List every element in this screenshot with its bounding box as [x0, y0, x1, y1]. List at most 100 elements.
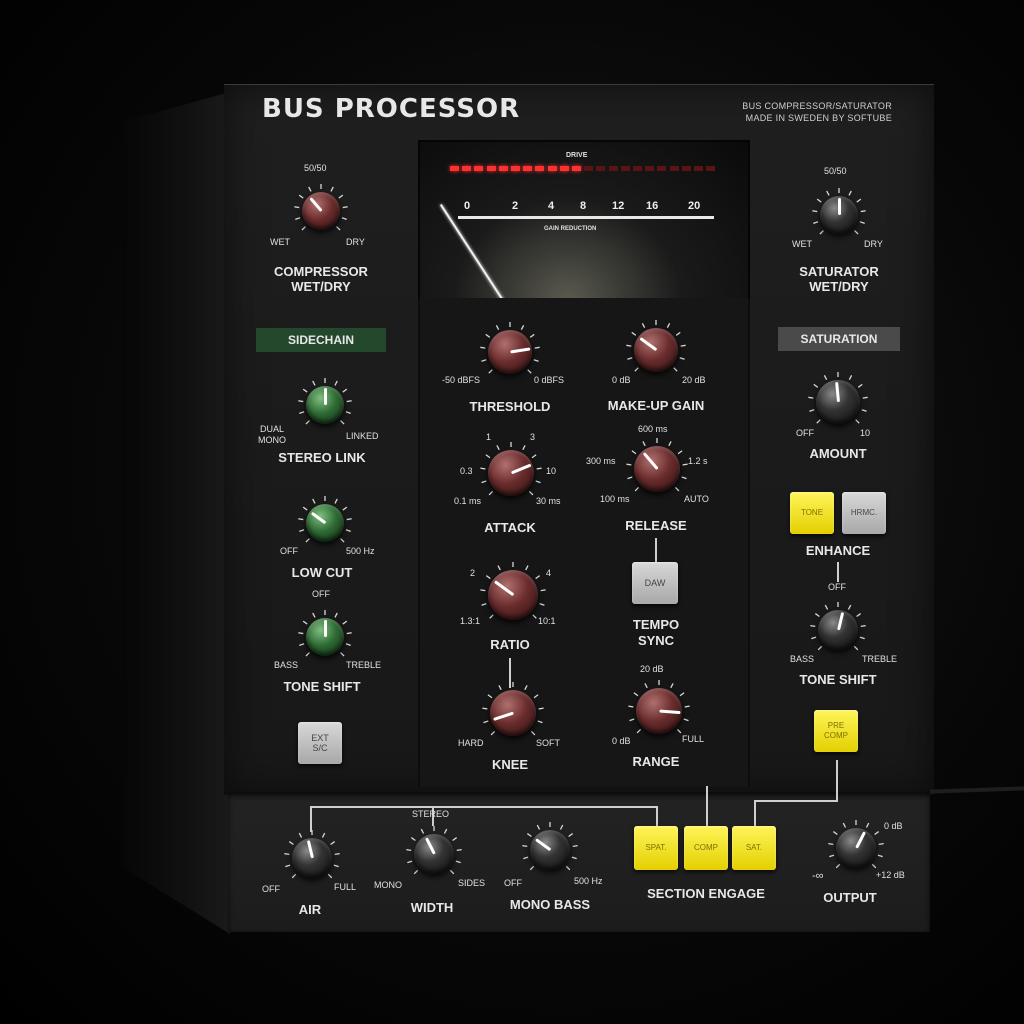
knee-knob[interactable]	[490, 690, 536, 736]
knob-indicator	[308, 196, 323, 212]
knob-indicator	[323, 619, 327, 637]
ratio-val-2: 2	[470, 568, 476, 578]
release-knob[interactable]	[634, 446, 680, 492]
comp-engage-button[interactable]: COMP	[684, 826, 728, 870]
tempo-sync-label: TEMPO SYNC	[596, 617, 716, 649]
low-cut-knob[interactable]	[306, 504, 344, 542]
knee-right: SOFT	[536, 738, 560, 748]
ext-sc-button[interactable]: EXT S/C	[298, 722, 342, 764]
comp-wetdry-label-1: COMPRESSOR	[274, 264, 368, 279]
knob-indicator	[658, 709, 681, 715]
attack-val-03: 0.3	[460, 466, 473, 476]
air-left: OFF	[262, 884, 280, 894]
sc-tone-shift-knob[interactable]	[306, 618, 344, 656]
sat-tone-right: TREBLE	[862, 654, 898, 664]
air-knob[interactable]	[292, 838, 332, 878]
drive-led	[462, 166, 472, 171]
drive-led	[681, 166, 691, 171]
sat-wetdry-label: SATURATOR WET/DRY	[780, 264, 898, 294]
sat-wetdry-left: WET	[792, 239, 812, 249]
knob-indicator	[642, 451, 659, 470]
stereo-link-knob[interactable]	[306, 386, 344, 424]
threshold-right: 0 dBFS	[534, 375, 565, 385]
attack-val-max: 30 ms	[536, 496, 561, 506]
drive-led-row	[450, 166, 716, 172]
pre-comp-button[interactable]: PRE COMP	[814, 710, 858, 752]
plugin-title: BUS PROCESSOR	[262, 94, 521, 124]
sc-tone-right: TREBLE	[346, 660, 382, 670]
ratio-knob[interactable]	[488, 570, 538, 620]
knee-label: KNEE	[491, 757, 529, 772]
mono-bass-label: MONO BASS	[509, 897, 591, 912]
output-knob[interactable]	[836, 828, 876, 868]
tempo-sync-label-2: SYNC	[637, 633, 675, 648]
drive-led	[706, 166, 716, 171]
tone-button[interactable]: TONE	[790, 492, 834, 534]
meter-scale-label: 0	[464, 200, 471, 212]
width-label: WIDTH	[410, 900, 454, 915]
sat-wire-v	[754, 800, 756, 826]
amount-knob[interactable]	[816, 380, 860, 424]
low-cut-left: OFF	[280, 546, 298, 556]
knob-indicator	[834, 381, 840, 403]
drive-led	[559, 166, 569, 171]
threshold-knob[interactable]	[488, 330, 532, 374]
drive-led	[572, 166, 581, 171]
output-label: OUTPUT	[823, 890, 877, 905]
spat-engage-button[interactable]: SPAT.	[634, 826, 678, 870]
ratio-label: RATIO	[490, 637, 530, 652]
drive-led	[474, 166, 484, 171]
width-knob[interactable]	[414, 834, 454, 874]
mono-bass-right: 500 Hz	[574, 876, 603, 886]
output-left: -∞	[812, 870, 824, 882]
threshold-left: -50 dBFS	[442, 375, 481, 385]
air-right: FULL	[334, 882, 357, 892]
stereo-routing-wire	[310, 806, 658, 808]
sat-tone-shift-knob[interactable]	[818, 610, 858, 650]
sat-engage-button[interactable]: SAT.	[732, 826, 776, 870]
knob-indicator	[509, 347, 531, 354]
daw-button[interactable]: DAW	[632, 562, 678, 604]
drive-led	[608, 166, 618, 171]
range-knob[interactable]	[636, 688, 682, 734]
knob-indicator	[492, 711, 514, 721]
drive-led	[620, 166, 630, 171]
drive-led	[657, 166, 667, 171]
comp-wire	[706, 786, 708, 826]
sat-tone-top: OFF	[828, 582, 846, 592]
comp-wetdry-right: DRY	[346, 237, 365, 247]
drive-led	[535, 166, 545, 171]
makeup-right: 20 dB	[682, 375, 706, 385]
tempo-sync-label-1: TEMPO	[632, 617, 680, 632]
subtitle-line-2: MADE IN SWEDEN BY SOFTUBE	[745, 113, 892, 123]
meter-scale-label: 8	[580, 200, 587, 212]
sat-wetdry-top: 50/50	[824, 166, 847, 176]
sat-wetdry-right: DRY	[864, 239, 883, 249]
sat-tone-label: TONE SHIFT	[799, 672, 877, 687]
ratio-val-max: 10:1	[538, 616, 556, 626]
width-left: MONO	[374, 880, 402, 890]
makeup-gain-knob[interactable]	[634, 328, 678, 372]
range-left: 0 dB	[612, 736, 631, 746]
gain-reduction-meter: DRIVE 0 2 4 8 12 16 20 GAIN REDUCTION	[418, 140, 750, 302]
attack-label: ATTACK	[484, 520, 536, 535]
sc-tone-top: OFF	[312, 589, 330, 599]
output-top: 0 dB	[884, 821, 903, 831]
ratio-knee-wire	[509, 658, 511, 688]
knob-indicator	[306, 839, 314, 859]
mono-bass-left: OFF	[504, 878, 522, 888]
drive-led	[547, 166, 557, 171]
air-wire	[310, 806, 312, 832]
sat-wetdry-label-2: WET/DRY	[809, 279, 869, 294]
compressor-wet-dry-knob[interactable]	[302, 192, 340, 230]
width-right: SIDES	[458, 878, 486, 888]
stereo-link-right: LINKED	[346, 431, 379, 441]
harmonics-button[interactable]: HRMC.	[842, 492, 886, 534]
attack-knob[interactable]	[488, 450, 534, 496]
mono-bass-knob[interactable]	[530, 830, 570, 870]
meter-scale: 0 2 4 8 12 16 20	[420, 200, 748, 216]
sat-wetdry-label-1: SATURATOR	[799, 264, 879, 279]
saturator-wet-dry-knob[interactable]	[820, 196, 858, 234]
drive-led	[584, 166, 594, 171]
makeup-label: MAKE-UP GAIN	[607, 398, 705, 413]
